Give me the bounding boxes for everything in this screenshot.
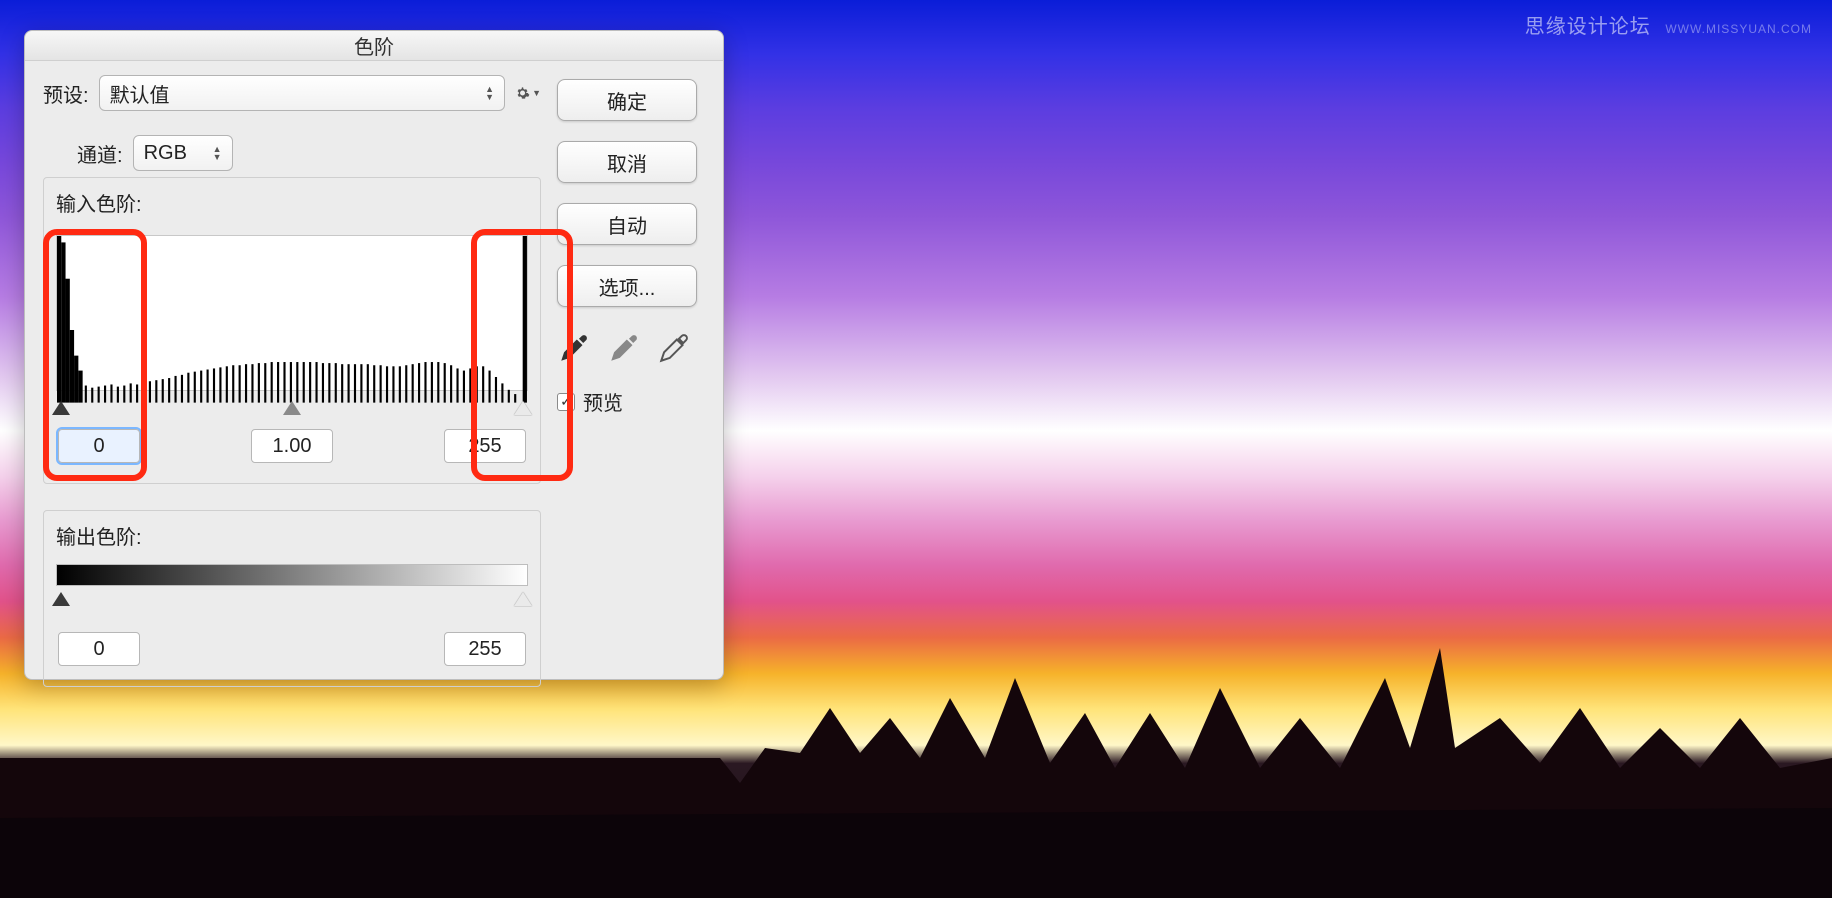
preview-checkbox[interactable]: ✓	[557, 393, 575, 411]
auto-button[interactable]: 自动	[557, 203, 697, 245]
output-white-field[interactable]: 255	[444, 632, 526, 666]
gear-icon[interactable]: ▼	[515, 80, 541, 106]
preset-select[interactable]: 默认值 ▲▼	[99, 75, 505, 111]
black-point-slider[interactable]	[52, 401, 70, 415]
watermark-url: WWW.MISSYUAN.COM	[1665, 22, 1812, 36]
histogram-frame	[56, 235, 528, 391]
white-point-slider[interactable]	[514, 401, 532, 415]
ok-button[interactable]: 确定	[557, 79, 697, 121]
gamma-slider[interactable]	[283, 401, 301, 415]
output-black-slider[interactable]	[52, 592, 70, 606]
histogram[interactable]	[56, 225, 528, 415]
input-black-field[interactable]: 0	[58, 429, 140, 463]
input-gamma-field[interactable]: 1.00	[251, 429, 333, 463]
preview-label: 预览	[583, 387, 623, 416]
channel-select[interactable]: RGB ▲▼	[133, 135, 233, 171]
input-slider-track[interactable]	[56, 395, 528, 415]
input-levels-group: 输入色阶:	[43, 177, 541, 484]
histogram-bars	[57, 236, 527, 403]
levels-dialog: 色阶 预设: 默认值 ▲▼ ▼ 通道:	[24, 30, 724, 680]
white-point-eyedropper-icon[interactable]	[657, 331, 691, 365]
input-levels-label: 输入色阶:	[56, 188, 528, 217]
background-image: 思缘设计论坛 WWW.MISSYUAN.COM 色阶 预设: 默认值 ▲▼	[0, 0, 1832, 898]
black-point-eyedropper-icon[interactable]	[557, 331, 591, 365]
preset-label: 预设:	[43, 79, 89, 108]
cancel-button[interactable]: 取消	[557, 141, 697, 183]
watermark-text: 思缘设计论坛	[1525, 16, 1651, 38]
preset-value: 默认值	[110, 79, 170, 108]
channel-label: 通道:	[77, 139, 123, 168]
gray-point-eyedropper-icon[interactable]	[607, 331, 641, 365]
channel-value: RGB	[144, 142, 187, 165]
options-button[interactable]: 选项...	[557, 265, 697, 307]
watermark: 思缘设计论坛 WWW.MISSYUAN.COM	[1525, 10, 1812, 39]
output-levels-label: 输出色阶:	[56, 521, 528, 550]
output-levels-group: 输出色阶: 0 255	[43, 510, 541, 687]
output-slider-track[interactable]	[56, 586, 528, 606]
input-white-field[interactable]: 255	[444, 429, 526, 463]
updown-icon: ▲▼	[213, 145, 222, 161]
output-white-slider[interactable]	[514, 592, 532, 606]
updown-icon: ▲▼	[485, 85, 494, 101]
output-gradient[interactable]	[56, 564, 528, 586]
dialog-title: 色阶	[25, 31, 723, 61]
output-black-field[interactable]: 0	[58, 632, 140, 666]
